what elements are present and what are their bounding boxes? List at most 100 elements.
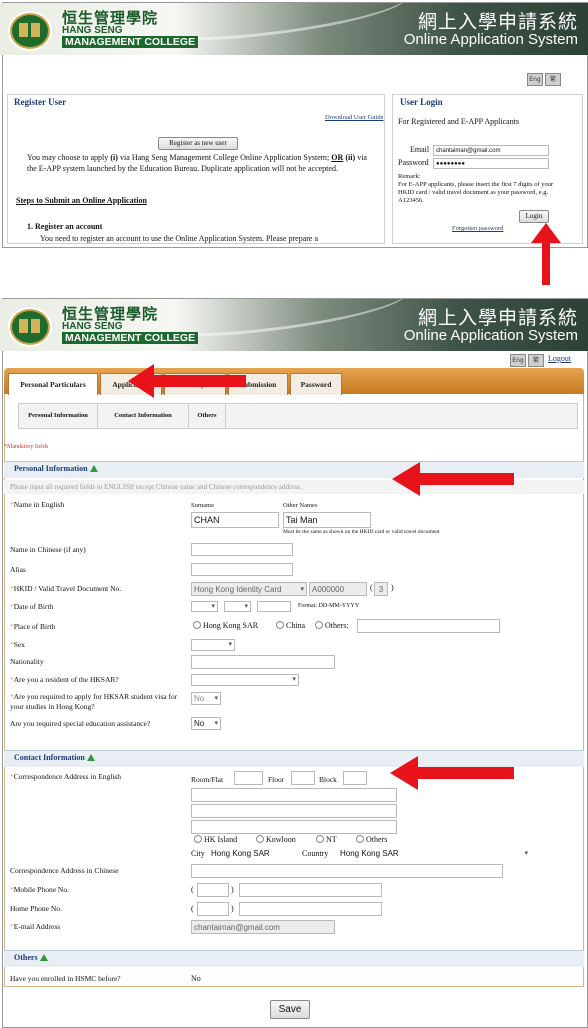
dob-year-input[interactable] [257, 601, 291, 612]
hkid-check-close-paren: ) [391, 583, 394, 592]
pob-others-radio[interactable]: Others: [315, 621, 349, 630]
sen-select[interactable]: No [191, 717, 221, 730]
city-input[interactable]: Hong Kong SAR [208, 847, 298, 860]
other-names-input[interactable]: Tai Man [283, 512, 371, 528]
district-others-radio[interactable]: Others [356, 835, 387, 844]
email-input[interactable]: chantaiman@gmail.com [191, 920, 335, 934]
system-title-cn-2: 網上入學申請系統 [417, 307, 578, 329]
arrow-up-green-icon-2[interactable] [86, 754, 95, 761]
pob-others-input[interactable] [357, 619, 500, 633]
dob-label: *Date of Birth [10, 602, 54, 611]
lang-cn-button[interactable]: 繁 [545, 73, 561, 86]
download-guide-link[interactable]: Download User Guide [325, 114, 384, 121]
arrow-up-green-icon[interactable] [89, 465, 98, 472]
block-label: Block [319, 775, 337, 784]
country-label: Country [302, 849, 329, 858]
pob-hk-radio[interactable]: Hong Kong SAR [193, 621, 258, 630]
visa-select[interactable]: No [191, 692, 221, 705]
address-line-2-input[interactable] [191, 804, 397, 818]
steps-title: Steps to Submit an Online Application [16, 196, 147, 205]
nationality-label: Nationality [10, 657, 44, 666]
college-name-en-1: HANG SENG [62, 25, 123, 36]
college-logo-icon-2 [10, 309, 50, 345]
personal-info-title: Personal Information [14, 464, 88, 473]
name-note: Must be the same as shown on the HKID ca… [283, 529, 440, 535]
city-label: City [191, 849, 205, 858]
resident-select[interactable] [191, 674, 299, 686]
register-user-title: Register User [14, 97, 67, 107]
pob-china-radio[interactable]: China [276, 621, 305, 630]
login-email-input[interactable]: chantaiman@gmail.com [433, 145, 549, 156]
arrow-left-icon-contact [390, 756, 514, 790]
hkid-number-input[interactable]: A000000 [309, 582, 367, 596]
home-number-input[interactable] [239, 902, 382, 916]
address-line-3-input[interactable] [191, 820, 397, 834]
arrow-left-icon-personal [392, 462, 514, 496]
instructions-text: Please input all required fields in ENGL… [10, 483, 302, 491]
home-area-input[interactable] [197, 902, 229, 916]
mandatory-note: *Mandatory fields [4, 444, 49, 450]
country-select[interactable]: Hong Kong SAR [337, 847, 531, 860]
arrow-left-icon-tabs [128, 364, 246, 398]
addr-cn-label: Correspondence Address in Chinese [10, 866, 119, 875]
visa-label: *Are you required to apply for HKSAR stu… [10, 692, 178, 711]
district-hk-radio[interactable]: HK Island [194, 835, 237, 844]
dob-month-select[interactable] [224, 601, 251, 612]
login-email-label: Email [410, 145, 430, 154]
sex-select[interactable] [191, 639, 235, 651]
lang-en-button[interactable]: Eng [527, 73, 543, 86]
mobile-area-input[interactable] [197, 883, 229, 897]
floor-input[interactable] [291, 771, 315, 785]
resident-label: *Are you a resident of the HKSAR? [10, 675, 119, 684]
dob-day-select[interactable] [191, 601, 218, 612]
tab-password[interactable]: Password [290, 373, 342, 395]
alias-input[interactable] [191, 563, 293, 576]
lang-cn-button-2[interactable]: 繁 [528, 354, 544, 367]
mobile-label: *Mobile Phone No. [10, 885, 69, 894]
register-new-user-button[interactable]: Register as new user [158, 137, 238, 150]
surname-input[interactable]: CHAN [191, 512, 279, 528]
arrow-up-green-icon-3[interactable] [39, 954, 48, 961]
hkid-label: *HKID / Valid Travel Document No. [10, 584, 122, 593]
hkid-check-open-paren: ( [370, 583, 373, 592]
address-line-1-input[interactable] [191, 788, 397, 802]
room-input[interactable] [234, 771, 263, 785]
system-title-en-2: Online Application System [403, 327, 578, 344]
logout-link[interactable]: Logout [548, 354, 571, 363]
block-input[interactable] [343, 771, 367, 785]
enrolled-value: No [191, 974, 201, 983]
subtab-others[interactable]: Others [189, 404, 226, 428]
lang-en-button-2[interactable]: Eng [510, 354, 526, 367]
nationality-input[interactable] [191, 655, 335, 669]
mobile-number-input[interactable] [239, 883, 382, 897]
system-title-cn: 網上入學申請系統 [417, 11, 578, 33]
user-login-subtitle: For Registered and E-APP Applicants [398, 117, 520, 126]
subtab-personal-information[interactable]: Personal Information [19, 404, 98, 428]
floor-label: Floor [268, 775, 285, 784]
sub-tab-bar: Personal Information Contact Information… [18, 403, 578, 429]
addr-en-label: *Correspondence Address in English [10, 772, 122, 781]
surname-label: Surname [191, 502, 215, 509]
header-banner: 恒生管理學院 HANG SENG MANAGEMENT COLLEGE 網上入學… [0, 3, 588, 55]
tab-personal-particulars[interactable]: Personal Particulars [8, 373, 98, 395]
sen-label: Are you required special education assis… [10, 719, 151, 728]
alias-label: Alias [10, 565, 26, 574]
step-1-title: 1. Register an account [27, 222, 103, 231]
name-cn-input[interactable] [191, 543, 293, 556]
save-button[interactable]: Save [270, 1000, 310, 1019]
home-open-paren: ( [191, 904, 194, 913]
hkid-type-select[interactable]: Hong Kong Identity Card [191, 582, 307, 596]
hkid-check-digit-input[interactable]: 3 [374, 582, 388, 596]
college-name-en-2-2: MANAGEMENT COLLEGE [62, 332, 199, 344]
subtab-contact-information[interactable]: Contact Information [98, 404, 189, 428]
login-password-input[interactable]: ●●●●●●●● [433, 158, 549, 169]
forgotten-password-link[interactable]: Forgotten password [452, 225, 503, 232]
dob-format-hint: Format: DD-MM-YYYY [298, 603, 360, 609]
district-kowloon-radio[interactable]: Kowloon [256, 835, 296, 844]
arrow-up-icon [531, 223, 561, 285]
user-login-title: User Login [400, 97, 443, 107]
addr-cn-input[interactable] [191, 864, 503, 878]
login-button[interactable]: Login [519, 210, 549, 223]
district-nt-radio[interactable]: NT [316, 835, 337, 844]
step-1-text: You need to register an account to use t… [40, 234, 319, 243]
